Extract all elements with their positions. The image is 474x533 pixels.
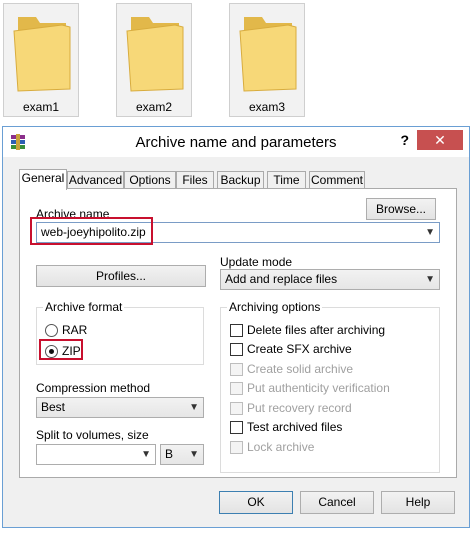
folder-exam1[interactable]: exam1 [3,3,79,117]
folder-icon [13,17,71,92]
folder-label: exam2 [135,100,173,114]
tab-files[interactable]: Files [176,171,214,189]
create-solid-checkbox[interactable] [230,363,243,376]
chevron-down-icon[interactable]: ▼ [141,445,151,464]
dialog-title: Archive name and parameters [135,134,337,151]
tab-advanced[interactable]: Advanced [67,171,124,189]
delete-files-checkbox[interactable] [230,324,243,337]
folder-icon [239,17,297,92]
archive-format-title: Archive format [43,300,125,314]
folder-exam3[interactable]: exam3 [229,3,305,117]
recovery-record-label: Put recovery record [247,401,352,415]
help-title-button[interactable]: ? [400,132,409,148]
chevron-down-icon: ▼ [189,449,199,460]
update-mode-value: Add and replace files [225,272,338,286]
recovery-record-checkbox[interactable] [230,402,243,415]
chevron-down-icon: ▼ [425,274,435,285]
create-sfx-checkbox[interactable] [230,343,243,356]
folder-label: exam3 [248,100,286,114]
split-label: Split to volumes, size [36,428,149,442]
cancel-button[interactable]: Cancel [300,491,374,514]
authenticity-checkbox[interactable] [230,382,243,395]
tab-backup[interactable]: Backup [217,171,264,189]
tab-time[interactable]: Time [267,171,306,189]
archiving-options-title: Archiving options [227,300,323,314]
folder-label: exam1 [22,100,60,114]
chevron-down-icon: ▼ [189,402,199,413]
archive-name-highlight [30,217,153,245]
lock-archive-label: Lock archive [247,440,315,454]
folder-exam2[interactable]: exam2 [116,3,192,117]
tab-comment[interactable]: Comment [309,171,365,189]
split-size-input[interactable]: ▼ [36,444,156,465]
close-button[interactable]: ✕ [417,130,463,150]
split-unit-value: B [165,447,174,461]
profiles-button[interactable]: Profiles... [36,265,206,287]
create-sfx-label: Create SFX archive [247,342,352,356]
delete-files-label: Delete files after archiving [247,323,386,337]
title-bar[interactable]: Archive name and parameters ? ✕ [3,127,469,157]
compression-label: Compression method [36,381,151,395]
compression-value: Best [41,400,66,414]
folder-icon [126,17,184,92]
tab-options[interactable]: Options [124,171,176,189]
authenticity-label: Put authenticity verification [247,381,390,395]
update-mode-label: Update mode [220,255,293,269]
ok-button[interactable]: OK [219,491,293,514]
compression-select[interactable]: Best ▼ [36,397,204,418]
browse-button[interactable]: Browse... [366,198,436,220]
archiving-options-group: Archiving options Delete files after arc… [220,300,440,473]
split-unit-select[interactable]: B ▼ [160,444,204,465]
archive-dialog: Archive name and parameters ? ✕ General … [2,126,470,528]
update-mode-select[interactable]: Add and replace files ▼ [220,269,440,290]
chevron-down-icon[interactable]: ▼ [425,223,435,242]
create-solid-label: Create solid archive [247,362,354,376]
test-archived-label: Test archived files [247,420,343,434]
test-archived-checkbox[interactable] [230,421,243,434]
zip-highlight [39,339,83,360]
lock-archive-checkbox[interactable] [230,441,243,454]
help-button[interactable]: Help [381,491,455,514]
general-panel: Archive name Browse... web-joeyhipolito.… [19,188,457,478]
radio-rar[interactable] [45,324,58,337]
tab-general[interactable]: General [19,169,67,190]
rar-label: RAR [62,323,88,337]
